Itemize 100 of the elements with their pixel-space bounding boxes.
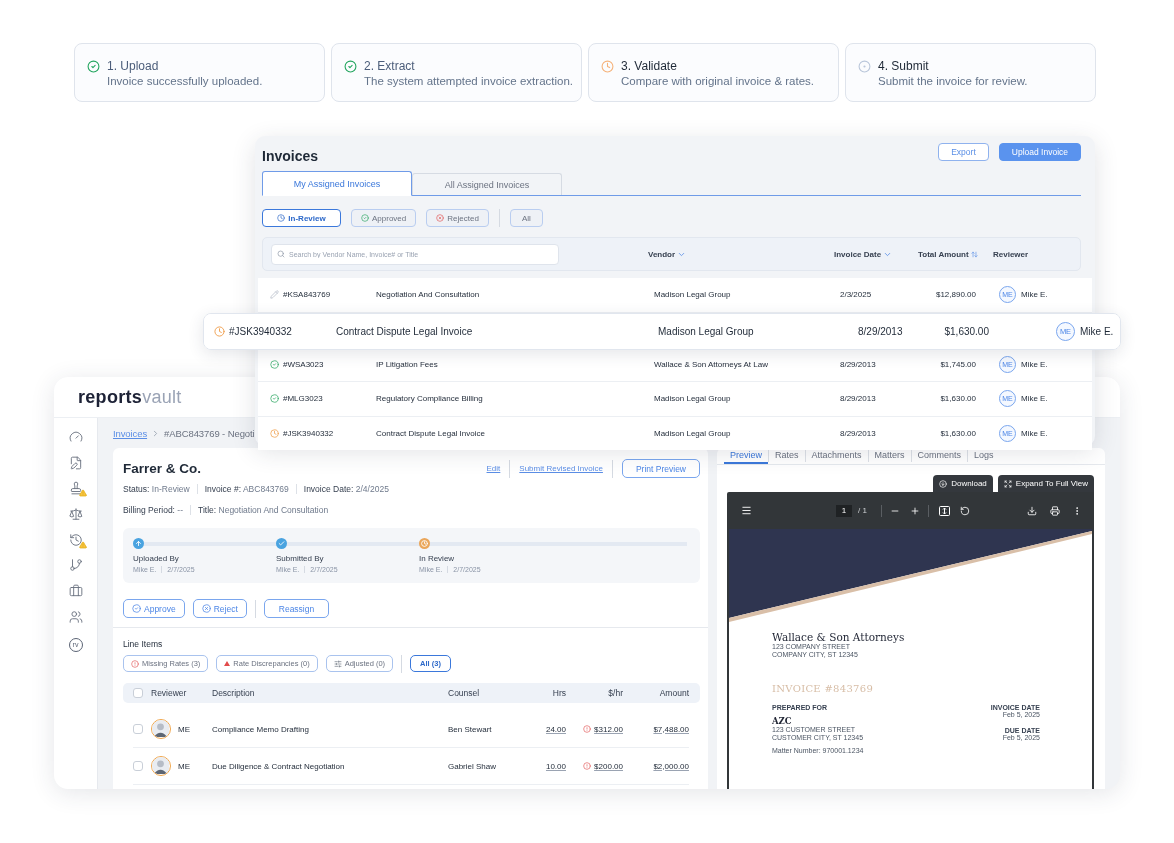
checkbox[interactable] xyxy=(133,688,143,698)
filter-chip[interactable]: Rejected xyxy=(426,209,489,227)
column-header: Hrs xyxy=(551,688,566,698)
column-header[interactable]: Invoice Date xyxy=(834,249,918,259)
column-header: $/hr xyxy=(607,688,623,698)
expand-icon xyxy=(1003,479,1012,488)
reviewer-name: Mike E. xyxy=(1021,394,1048,404)
document-edit-icon[interactable] xyxy=(68,455,83,470)
action-link[interactable]: Edit xyxy=(486,464,501,473)
alert-icon xyxy=(131,659,139,668)
reject-button[interactable]: Reject xyxy=(192,599,247,618)
download-icon xyxy=(939,479,948,488)
expand-button[interactable]: Expand To Full View xyxy=(997,475,1094,492)
reviewer-initials: ME xyxy=(178,724,190,734)
tab[interactable]: Logs xyxy=(968,448,1000,464)
amount-cell[interactable]: $7,488.00 xyxy=(653,724,689,734)
reviewer-name: Mike E. xyxy=(1080,325,1114,337)
step-title: 4. Submit xyxy=(878,59,930,73)
fit-page-icon[interactable] xyxy=(938,505,950,516)
client-name: AZC xyxy=(772,716,792,726)
scales-icon[interactable] xyxy=(68,507,83,522)
gauge-icon[interactable] xyxy=(68,430,83,444)
briefcase-icon[interactable] xyxy=(68,584,83,599)
hours-cell[interactable]: 24.00 xyxy=(545,724,566,734)
export-button[interactable]: Export xyxy=(938,143,989,161)
column-header: Reviewer xyxy=(151,688,188,698)
filter-chip[interactable]: Approved xyxy=(351,209,417,227)
tab[interactable]: Comments xyxy=(911,448,968,464)
vendor-name: Madison Legal Group xyxy=(654,290,732,300)
filter-chip[interactable]: In-Review xyxy=(262,209,341,227)
step-description: Submit the invoice for review. xyxy=(878,75,1028,87)
step-label: Uploaded By xyxy=(133,554,180,563)
search-icon xyxy=(277,249,285,258)
step-description: The system attempted invoice extraction. xyxy=(364,75,573,87)
column-header[interactable]: Total Amount xyxy=(918,249,993,259)
menu-icon[interactable] xyxy=(741,505,752,516)
description-cell-text: Compliance Memo Drafting xyxy=(212,724,310,734)
invoice-number: #JSK3940332 xyxy=(214,325,336,337)
invoice-title: Negotiation And Consultation xyxy=(376,290,481,300)
rotate-icon[interactable] xyxy=(959,505,970,516)
users-icon[interactable] xyxy=(68,609,83,624)
invoice-date: 8/29/2013 xyxy=(840,428,877,438)
breadcrumb-link[interactable]: Invoices xyxy=(113,427,148,439)
invoice-number: #WSA3023 xyxy=(270,359,376,369)
rate-cell[interactable]: $200.00 xyxy=(594,761,623,771)
step-description: Invoice successfully uploaded. xyxy=(107,75,263,87)
total-amount: $1,630.00 xyxy=(939,428,976,438)
filter-chip[interactable]: All xyxy=(509,209,543,227)
meta-field: Status: In-Review xyxy=(123,484,197,494)
meta-field: Billing Period: -- xyxy=(123,505,191,515)
reviewer-name: Mike E. xyxy=(1021,428,1048,438)
column-header: Amount xyxy=(658,688,689,698)
rate-cell[interactable]: $312.00 xyxy=(594,724,623,734)
page-field[interactable]: 1 xyxy=(836,504,852,517)
vendor-title: Farrer & Co. xyxy=(123,461,202,476)
step-title: 2. Extract xyxy=(364,59,416,73)
invoice-date: 8/29/2013 xyxy=(840,359,877,369)
invoice-number: #MLG3023 xyxy=(270,394,376,404)
step-description: Compare with original invoice & rates. xyxy=(621,75,815,87)
counsel-cell-text: Gabriel Shaw xyxy=(448,761,498,771)
vendor-name: Wallace & Son Attorneys At Law xyxy=(654,359,769,369)
sliders-icon xyxy=(333,659,342,668)
column-header[interactable]: Vendor xyxy=(648,249,834,259)
column-header: Counsel xyxy=(448,688,481,698)
amount-cell[interactable]: $2,000.00 xyxy=(653,761,689,771)
breadcrumb-current: #ABC843769 - Negoti xyxy=(164,427,255,439)
printer-icon[interactable] xyxy=(1050,505,1060,516)
approve-button[interactable]: Approve xyxy=(123,599,185,618)
print-preview-button[interactable]: Print Preview xyxy=(621,459,700,478)
upload-button[interactable]: Upload Invoice xyxy=(998,143,1081,161)
check-icon xyxy=(132,604,141,613)
invoice-date: 8/29/2013 xyxy=(858,325,904,337)
download-icon[interactable] xyxy=(1027,505,1037,516)
triangle-icon xyxy=(224,661,231,666)
page-count: / 1 xyxy=(858,506,867,515)
total-amount: $1,630.00 xyxy=(939,394,976,404)
tab[interactable]: Rates xyxy=(769,448,805,464)
total-amount: $1,630.00 xyxy=(943,325,989,337)
reviewer-name: Mike E. xyxy=(1021,290,1048,300)
description-cell-text: Due Diligence & Contract Negotiation xyxy=(212,761,346,771)
panel-title: Invoices xyxy=(262,147,319,164)
vendor-name: Madison Legal Group xyxy=(654,394,732,404)
meta-field: Title: Negotiation And Consultation xyxy=(190,505,336,515)
vendor-name: Madison Legal Group xyxy=(658,325,755,337)
tab[interactable]: Attachments xyxy=(805,448,868,464)
plus-icon[interactable] xyxy=(909,505,920,516)
tab[interactable]: Matters xyxy=(868,448,911,464)
clock-icon xyxy=(277,214,286,222)
checkbox[interactable] xyxy=(133,761,143,771)
reassign-button[interactable]: Reassign xyxy=(263,599,330,618)
download-button[interactable]: Download xyxy=(933,475,993,492)
hours-cell[interactable]: 10.00 xyxy=(545,761,566,771)
checkbox[interactable] xyxy=(133,724,143,734)
vendor-name: Madison Legal Group xyxy=(654,428,732,438)
invoice-date: 2/3/2025 xyxy=(840,290,873,300)
action-link[interactable]: Submit Revised Invoice xyxy=(519,464,603,473)
tab[interactable]: All Assigned Invoices xyxy=(412,173,562,195)
branch-icon[interactable] xyxy=(68,558,83,573)
tab[interactable]: My Assigned Invoices xyxy=(262,171,412,196)
avatar-icon xyxy=(151,719,171,739)
